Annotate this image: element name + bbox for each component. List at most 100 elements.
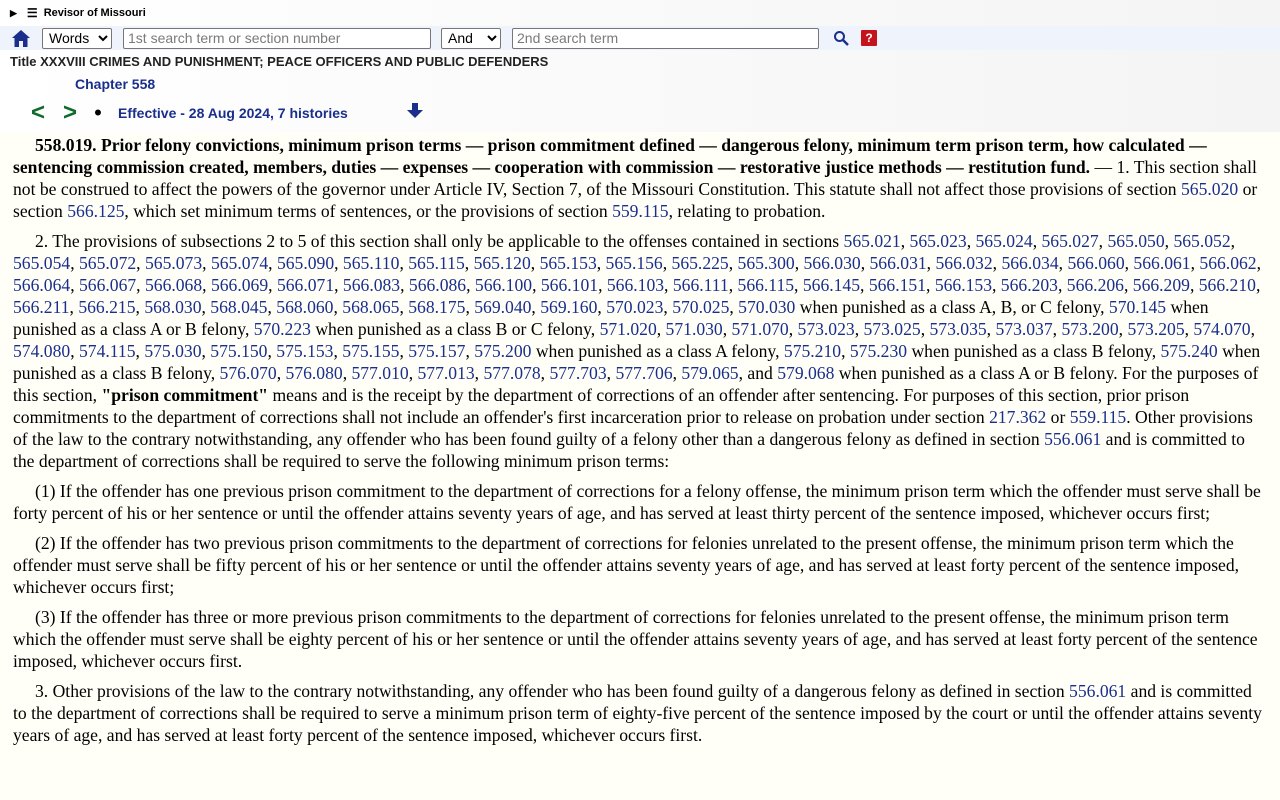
search-term-1-input[interactable] — [123, 27, 431, 49]
section-link[interactable]: 566.206 — [1067, 275, 1124, 295]
search-icon[interactable] — [831, 28, 851, 48]
section-link[interactable]: 577.078 — [483, 363, 540, 383]
section-link[interactable]: 565.023 — [910, 231, 967, 251]
section-link[interactable]: 573.023 — [798, 319, 855, 339]
search-term-2-input[interactable] — [512, 27, 819, 49]
section-link[interactable]: 566.115 — [738, 275, 795, 295]
section-link[interactable]: 565.072 — [79, 253, 136, 273]
section-link[interactable]: 573.025 — [864, 319, 921, 339]
section-link[interactable]: 574.070 — [1193, 319, 1250, 339]
section-link[interactable]: 577.013 — [417, 363, 474, 383]
section-link[interactable]: 566.068 — [145, 275, 202, 295]
dot-icon[interactable]: • — [86, 100, 110, 126]
section-link[interactable]: 565.153 — [540, 253, 597, 273]
section-link[interactable]: 566.034 — [1001, 253, 1058, 273]
section-link[interactable]: 576.080 — [286, 363, 343, 383]
section-link[interactable]: 566.101 — [541, 275, 598, 295]
section-link[interactable]: 565.020 — [1181, 179, 1238, 199]
section-link[interactable]: 570.223 — [254, 319, 311, 339]
section-link[interactable]: 566.151 — [869, 275, 926, 295]
section-link[interactable]: 566.060 — [1067, 253, 1124, 273]
section-link[interactable]: 556.061 — [1044, 429, 1101, 449]
section-link[interactable]: 571.030 — [666, 319, 723, 339]
section-link[interactable]: 575.157 — [408, 341, 465, 361]
search-mode-select[interactable]: Words — [42, 27, 112, 49]
section-link[interactable]: 565.090 — [277, 253, 334, 273]
section-link[interactable]: 566.031 — [869, 253, 926, 273]
effective-date-link[interactable]: Effective - 28 Aug 2024, 7 histories — [118, 105, 348, 121]
section-link[interactable]: 575.240 — [1161, 341, 1218, 361]
section-link[interactable]: 579.065 — [681, 363, 738, 383]
section-link[interactable]: 565.054 — [13, 253, 70, 273]
section-link[interactable]: 571.020 — [600, 319, 657, 339]
section-link[interactable]: 570.030 — [738, 297, 795, 317]
section-link[interactable]: 566.083 — [343, 275, 400, 295]
search-operator-select[interactable]: And — [441, 27, 501, 49]
section-link[interactable]: 574.080 — [13, 341, 70, 361]
next-section-button[interactable]: > — [54, 101, 86, 125]
section-link[interactable]: 566.103 — [607, 275, 664, 295]
section-link[interactable]: 573.205 — [1127, 319, 1184, 339]
section-link[interactable]: 566.210 — [1199, 275, 1256, 295]
arrow-down-icon[interactable] — [406, 102, 424, 125]
section-link[interactable]: 568.030 — [144, 297, 201, 317]
section-link[interactable]: 565.225 — [672, 253, 729, 273]
section-link[interactable]: 568.045 — [210, 297, 267, 317]
section-link[interactable]: 559.115 — [612, 201, 669, 221]
section-link[interactable]: 574.115 — [79, 341, 136, 361]
section-link[interactable]: 565.300 — [738, 253, 795, 273]
section-link[interactable]: 566.145 — [803, 275, 860, 295]
section-link[interactable]: 566.062 — [1199, 253, 1256, 273]
section-link[interactable]: 566.067 — [79, 275, 136, 295]
section-link[interactable]: 577.706 — [615, 363, 672, 383]
section-link[interactable]: 566.069 — [211, 275, 268, 295]
section-link[interactable]: 565.073 — [145, 253, 202, 273]
section-link[interactable]: 565.074 — [211, 253, 268, 273]
section-link[interactable]: 565.050 — [1107, 231, 1164, 251]
section-link[interactable]: 565.052 — [1173, 231, 1230, 251]
section-link[interactable]: 575.155 — [342, 341, 399, 361]
section-link[interactable]: 565.027 — [1041, 231, 1098, 251]
section-link[interactable]: 565.021 — [844, 231, 901, 251]
section-link[interactable]: 566.030 — [804, 253, 861, 273]
section-link[interactable]: 565.115 — [408, 253, 465, 273]
home-icon[interactable] — [10, 28, 32, 48]
section-link[interactable]: 566.215 — [78, 297, 135, 317]
section-link[interactable]: 565.024 — [976, 231, 1033, 251]
section-link[interactable]: 573.037 — [995, 319, 1052, 339]
section-link[interactable]: 573.035 — [929, 319, 986, 339]
section-link[interactable]: 566.211 — [13, 297, 70, 317]
section-link[interactable]: 566.100 — [475, 275, 532, 295]
section-link[interactable]: 579.068 — [777, 363, 834, 383]
help-icon[interactable]: ? — [861, 30, 877, 46]
section-link[interactable]: 559.115 — [1070, 407, 1127, 427]
section-link[interactable]: 575.210 — [784, 341, 841, 361]
chapter-link[interactable]: Chapter 558 — [75, 76, 155, 92]
site-name[interactable]: Revisor of Missouri — [44, 7, 146, 19]
prev-section-button[interactable]: < — [22, 101, 54, 125]
section-link[interactable]: 577.010 — [352, 363, 409, 383]
section-link[interactable]: 566.064 — [13, 275, 70, 295]
section-link[interactable]: 565.120 — [474, 253, 531, 273]
section-link[interactable]: 568.060 — [276, 297, 333, 317]
section-link[interactable]: 571.070 — [732, 319, 789, 339]
section-link[interactable]: 566.153 — [935, 275, 992, 295]
section-link[interactable]: 556.061 — [1069, 681, 1126, 701]
section-link[interactable]: 570.145 — [1109, 297, 1166, 317]
section-link[interactable]: 566.209 — [1133, 275, 1190, 295]
hamburger-icon[interactable]: ☰ — [27, 6, 38, 20]
section-link[interactable]: 565.110 — [343, 253, 400, 273]
section-link[interactable]: 566.086 — [409, 275, 466, 295]
section-link[interactable]: 573.200 — [1061, 319, 1118, 339]
section-link[interactable]: 568.065 — [342, 297, 399, 317]
section-link[interactable]: 570.025 — [672, 297, 729, 317]
section-link[interactable]: 565.156 — [606, 253, 663, 273]
section-link[interactable]: 568.175 — [408, 297, 465, 317]
section-link[interactable]: 566.203 — [1001, 275, 1058, 295]
section-link[interactable]: 575.030 — [144, 341, 201, 361]
section-link[interactable]: 569.040 — [474, 297, 531, 317]
triangle-right-icon[interactable]: ▶ — [10, 8, 17, 19]
section-link[interactable]: 577.703 — [549, 363, 606, 383]
section-link[interactable]: 575.153 — [276, 341, 333, 361]
section-link[interactable]: 566.071 — [277, 275, 334, 295]
